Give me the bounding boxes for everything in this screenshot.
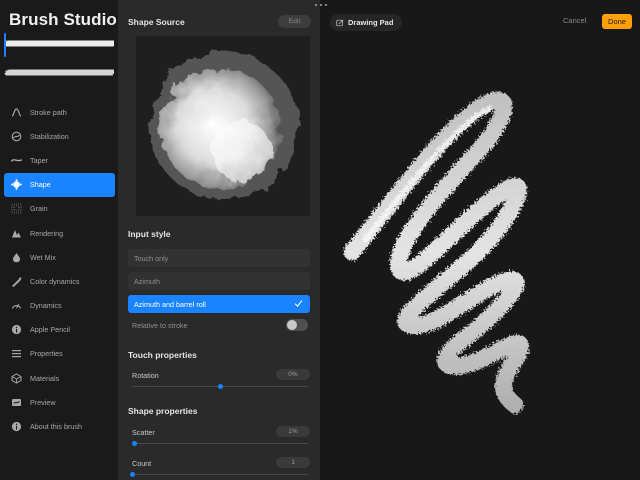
count-slider-knob[interactable] [130,472,135,477]
toggle-knob [287,320,297,330]
sidebar-item-grain[interactable]: Grain [4,197,115,221]
sidebar-item-wet-mix[interactable]: Wet Mix [4,245,115,269]
rendering-icon [11,228,22,239]
count-slider-row: Count 1 [128,457,310,480]
sidebar: Brush Studio Stroke path Stabilization Tap… [0,0,118,480]
sidebar-item-label: Materials [30,373,60,383]
color-dynamics-icon [11,276,22,287]
sidebar-item-stabilization[interactable]: Stabilization [4,124,115,148]
sidebar-item-label: Grain [30,204,48,214]
grain-icon [11,203,22,214]
relative-to-stroke-row: Relative to stroke [128,316,310,334]
shape-source-preview [136,36,310,216]
cancel-button[interactable]: Cancel [563,16,586,25]
about-icon [11,421,22,432]
sidebar-item-label: Stroke path [30,107,67,117]
sidebar-item-rendering[interactable]: Rendering [4,221,115,245]
taper-icon [11,155,22,166]
brush-stroke-preview[interactable] [4,30,114,58]
app-title: Brush Studio [9,10,117,29]
sidebar-item-label: About this brush [30,422,82,432]
sidebar-item-preview[interactable]: Preview [4,390,115,414]
scatter-slider-track[interactable] [132,443,308,444]
input-option-azimuth[interactable]: Azimuth [128,272,310,290]
shape-properties-title: Shape properties [128,406,198,416]
sidebar-item-label: Taper [30,155,48,165]
wet-mix-icon [11,252,22,263]
drawing-pad-tab[interactable]: Drawing Pad [330,14,402,31]
sidebar-item-stroke-path[interactable]: Stroke path [4,100,115,124]
edit-pad-icon [336,19,344,26]
stabilization-icon [11,131,22,142]
settings-panel: Shape Source Edit Input style Touch only… [118,0,320,480]
count-label: Count [132,459,152,468]
sidebar-item-color-dynamics[interactable]: Color dynamics [4,269,115,293]
sidebar-item-label: Color dynamics [30,276,80,286]
dynamics-icon [11,300,22,311]
sidebar-item-shape[interactable]: Shape [4,172,115,197]
sidebar-item-about-this-brush[interactable]: About this brush [4,414,115,438]
brush-stroke-preview-alt[interactable] [4,60,114,86]
shape-source-title: Shape Source [128,17,185,27]
done-button[interactable]: Done [602,14,632,29]
shape-icon [11,179,22,190]
option-label: Azimuth [134,276,160,286]
input-option-touch-only[interactable]: Touch only [128,249,310,267]
scatter-label: Scatter [132,428,155,437]
sidebar-item-label: Stabilization [30,131,69,141]
properties-icon [11,348,22,359]
checkmark-icon [294,300,303,307]
sidebar-item-label: Shape [30,180,51,190]
relative-to-stroke-toggle[interactable] [286,319,308,331]
preview-icon [11,397,22,408]
touch-properties-title: Touch properties [128,350,197,360]
sidebar-item-label: Dynamics [30,301,62,311]
input-style-title: Input style [128,229,171,239]
sidebar-item-taper[interactable]: Taper [4,148,115,172]
sidebar-item-label: Properties [30,349,63,359]
rotation-slider-knob[interactable] [218,384,223,389]
scatter-slider-knob[interactable] [131,441,137,446]
rotation-value[interactable]: 0% [276,369,310,380]
sidebar-item-properties[interactable]: Properties [4,342,115,366]
sidebar-item-materials[interactable]: Materials [4,366,115,390]
input-option-azimuth-barrel-roll[interactable]: Azimuth and barrel roll [128,295,310,313]
rotation-label: Rotation [132,371,159,380]
more-options-icon[interactable] [315,2,327,8]
drawing-pad-stroke [343,91,529,414]
sidebar-item-label: Wet Mix [30,252,56,262]
option-label: Touch only [134,253,169,263]
sidebar-item-label: Apple Pencil [30,325,70,335]
edit-button[interactable]: Edit [278,15,311,28]
apple-pencil-icon [11,324,22,335]
stroke-path-icon [11,107,22,118]
relative-to-stroke-label: Relative to stroke [132,320,188,330]
sidebar-item-apple-pencil[interactable]: Apple Pencil [4,318,115,342]
scatter-value[interactable]: 1% [276,426,310,437]
count-slider-track[interactable] [132,474,308,475]
selected-preview-indicator [4,33,6,57]
sidebar-item-label: Preview [30,397,56,407]
sidebar-nav: Stroke path Stabilization Taper Shape Grain R… [4,100,115,439]
rotation-slider-row: Rotation 0% [128,369,310,395]
option-label: Azimuth and barrel roll [134,299,206,309]
drawing-pad-label: Drawing Pad [348,18,394,27]
scatter-slider-row: Scatter 1% [128,426,310,452]
materials-icon [11,373,22,384]
sidebar-item-dynamics[interactable]: Dynamics [4,294,115,318]
sidebar-item-label: Rendering [30,228,64,238]
count-value[interactable]: 1 [276,457,310,468]
